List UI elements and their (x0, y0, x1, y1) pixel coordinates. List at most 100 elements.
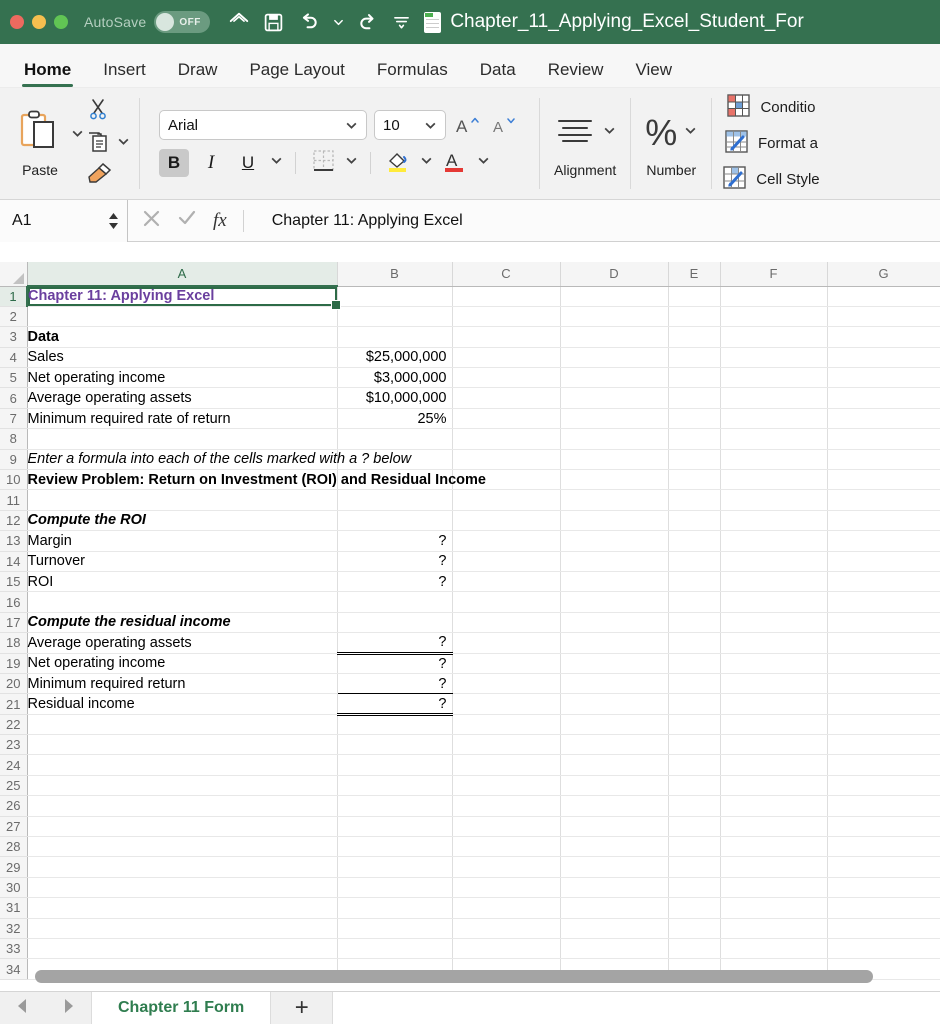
cell-E18[interactable] (668, 632, 721, 654)
cell-G29[interactable] (827, 856, 940, 878)
cell-E28[interactable] (668, 836, 721, 858)
cell-A29[interactable] (27, 856, 338, 878)
cell-D1[interactable] (560, 286, 669, 307)
spreadsheet-grid[interactable]: A B C D E F G 1 Chapter 11: Applying Exce… (0, 262, 940, 986)
cell-G32[interactable] (827, 918, 940, 940)
cell-C14[interactable] (452, 551, 561, 572)
cell-E10[interactable] (668, 469, 721, 491)
cell-A6[interactable]: Average operating assets (27, 387, 338, 409)
cell-B24[interactable] (337, 754, 453, 776)
cell-E24[interactable] (668, 754, 721, 776)
cell-B13[interactable]: ? (337, 530, 453, 552)
minimize-window-button[interactable] (32, 15, 46, 29)
cell-D16[interactable] (560, 591, 669, 613)
cell-A20[interactable]: Minimum required return (27, 673, 338, 695)
cell-E8[interactable] (668, 428, 721, 450)
cell-A27[interactable] (27, 816, 338, 838)
cell-G15[interactable] (827, 571, 940, 593)
cell-B18[interactable]: ? (337, 632, 453, 655)
column-header-g[interactable]: G (827, 262, 940, 287)
cell-D9[interactable] (560, 449, 669, 471)
cell-D26[interactable] (560, 795, 669, 817)
cell-B15[interactable]: ? (337, 571, 453, 593)
cell-B3[interactable] (337, 326, 453, 348)
cell-G6[interactable] (827, 387, 940, 409)
row-header-10[interactable]: 10 (0, 469, 28, 491)
cell-G18[interactable] (827, 632, 940, 654)
cell-E13[interactable] (668, 530, 721, 552)
cell-F8[interactable] (720, 428, 828, 450)
nav-prev-icon[interactable] (12, 995, 34, 1022)
cell-F18[interactable] (720, 632, 828, 654)
cell-G25[interactable] (827, 775, 940, 797)
copy-button[interactable] (86, 129, 130, 159)
cell-C17[interactable] (452, 612, 561, 634)
cell-G21[interactable] (827, 693, 940, 715)
cell-C9[interactable] (452, 449, 561, 471)
cell-B19[interactable]: ? (337, 652, 453, 674)
cell-A7[interactable]: Minimum required rate of return (27, 408, 338, 430)
cell-A14[interactable]: Turnover (27, 551, 338, 572)
cell-C30[interactable] (452, 877, 561, 899)
cell-G26[interactable] (827, 795, 940, 817)
cell-E20[interactable] (668, 673, 721, 695)
row-header-32[interactable]: 32 (0, 918, 28, 940)
cell-G28[interactable] (827, 836, 940, 858)
cell-C15[interactable] (452, 571, 561, 593)
tab-insert[interactable]: Insert (87, 60, 162, 87)
cell-C13[interactable] (452, 530, 561, 552)
row-header-26[interactable]: 26 (0, 795, 28, 817)
cell-G33[interactable] (827, 938, 940, 960)
cell-B5[interactable]: $3,000,000 (337, 367, 453, 389)
cell-B21[interactable]: ? (337, 693, 453, 716)
cell-A18[interactable]: Average operating assets (27, 632, 338, 654)
cell-F17[interactable] (720, 612, 828, 634)
cell-A1[interactable]: Chapter 11: Applying Excel (27, 286, 340, 310)
cell-B1[interactable] (337, 286, 453, 307)
row-header-22[interactable]: 22 (0, 714, 28, 736)
row-header-8[interactable]: 8 (0, 428, 28, 450)
ribbon-group-alignment[interactable]: Alignment (540, 88, 630, 199)
underline-button[interactable]: U (233, 149, 263, 177)
font-size-select[interactable]: 10 (374, 110, 446, 140)
cell-E16[interactable] (668, 591, 721, 613)
undo-icon[interactable] (297, 11, 320, 34)
cell-D4[interactable] (560, 347, 669, 369)
cell-F22[interactable] (720, 714, 828, 736)
row-header-6[interactable]: 6 (0, 387, 28, 409)
cell-B8[interactable] (337, 428, 453, 450)
cell-D11[interactable] (560, 489, 669, 511)
row-header-31[interactable]: 31 (0, 897, 28, 919)
cell-A3[interactable]: Data (27, 326, 338, 348)
cell-B31[interactable] (337, 897, 453, 919)
cell-B27[interactable] (337, 816, 453, 838)
cell-C16[interactable] (452, 591, 561, 613)
nav-next-icon[interactable] (57, 995, 79, 1022)
cell-E1[interactable] (668, 286, 721, 307)
cell-C18[interactable] (452, 632, 561, 654)
cell-G2[interactable] (827, 306, 940, 328)
cell-E25[interactable] (668, 775, 721, 797)
cell-C33[interactable] (452, 938, 561, 960)
column-header-f[interactable]: F (720, 262, 828, 287)
cell-B25[interactable] (337, 775, 453, 797)
cell-G8[interactable] (827, 428, 940, 450)
cell-F15[interactable] (720, 571, 828, 593)
cell-D8[interactable] (560, 428, 669, 450)
row-header-27[interactable]: 27 (0, 816, 28, 838)
insert-function-icon[interactable]: fx (213, 210, 227, 232)
cell-G9[interactable] (827, 449, 940, 471)
cell-B14[interactable]: ? (337, 551, 453, 572)
cell-E3[interactable] (668, 326, 721, 348)
cell-E4[interactable] (668, 347, 721, 369)
copy-dropdown-icon[interactable] (117, 135, 130, 153)
cell-A33[interactable] (27, 938, 338, 960)
cell-F1[interactable] (720, 286, 828, 307)
save-icon[interactable] (263, 12, 284, 33)
row-header-23[interactable]: 23 (0, 734, 28, 756)
row-header-12[interactable]: 12 (0, 510, 28, 532)
cell-G31[interactable] (827, 897, 940, 919)
cell-E29[interactable] (668, 856, 721, 878)
column-header-a[interactable]: A (27, 262, 338, 287)
cell-B29[interactable] (337, 856, 453, 878)
